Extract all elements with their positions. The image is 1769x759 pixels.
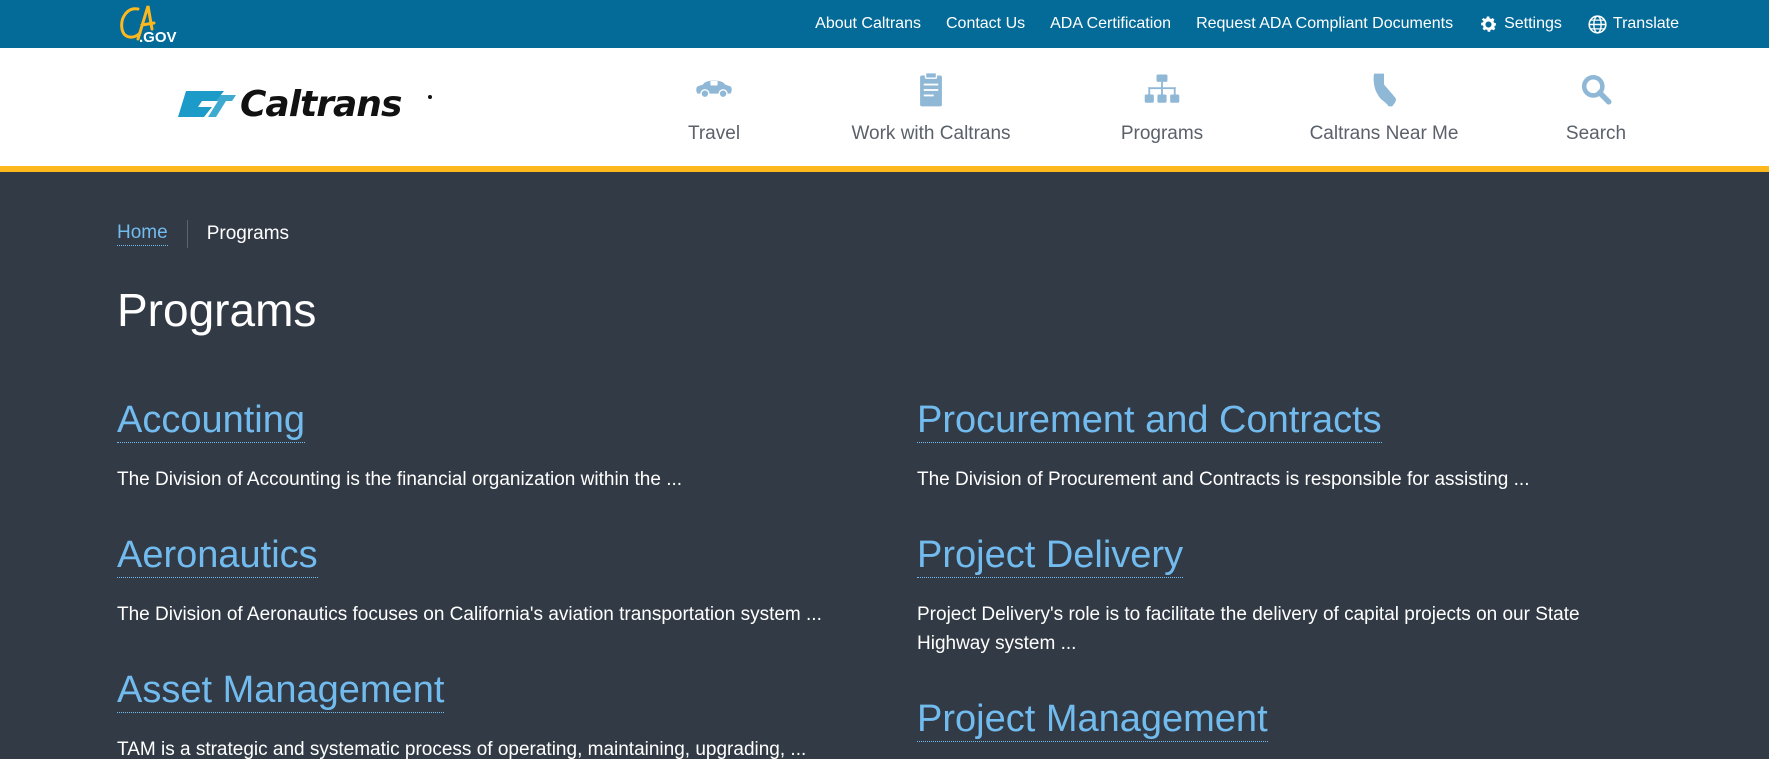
about-caltrans-link[interactable]: About Caltrans: [815, 15, 921, 33]
globe-icon: [1588, 14, 1607, 34]
svg-text:Caltrans: Caltrans: [240, 84, 402, 125]
program-link-project-delivery[interactable]: Project Delivery: [917, 533, 1184, 578]
settings-label: Settings: [1504, 15, 1562, 32]
header-accent-bar: [0, 166, 1769, 172]
contact-us-link[interactable]: Contact Us: [946, 15, 1025, 33]
program-item-procurement-and-contracts: Procurement and Contracts The Division o…: [917, 398, 1637, 494]
program-link-accounting[interactable]: Accounting: [117, 398, 306, 443]
sitemap-icon: [1140, 70, 1184, 110]
translate-button[interactable]: Translate: [1587, 14, 1679, 35]
nav-programs[interactable]: Programs: [1119, 48, 1205, 166]
nav-programs-label: Programs: [1120, 123, 1204, 144]
site-header: Caltrans Travel Work with Caltrans Progr…: [0, 48, 1769, 166]
nav-work-with-caltrans[interactable]: Work with Caltrans: [850, 48, 1012, 166]
nav-search-label: Search: [1565, 123, 1627, 144]
car-icon: [692, 70, 736, 110]
program-item-accounting: Accounting The Division of Accounting is…: [117, 398, 837, 494]
program-description: Project Delivery's role is to facilitate…: [917, 604, 1580, 654]
search-icon: [1574, 70, 1618, 110]
utility-bar: .GOV About Caltrans Contact Us ADA Certi…: [0, 0, 1769, 48]
nav-work-with-caltrans-label: Work with Caltrans: [851, 123, 1011, 144]
nav-caltrans-near-me[interactable]: Caltrans Near Me: [1310, 48, 1458, 166]
request-ada-documents-link[interactable]: Request ADA Compliant Documents: [1196, 15, 1453, 33]
program-description: TAM is a strategic and systematic proces…: [117, 739, 807, 759]
ca-gov-logo[interactable]: .GOV: [118, 3, 178, 45]
caltrans-logo[interactable]: Caltrans: [176, 83, 434, 125]
clipboard-icon: [909, 70, 953, 110]
settings-button[interactable]: Settings: [1478, 14, 1562, 35]
gear-icon: [1481, 16, 1497, 32]
ada-certification-link[interactable]: ADA Certification: [1050, 15, 1171, 33]
translate-label: Translate: [1612, 15, 1679, 32]
breadcrumb-home-link[interactable]: Home: [117, 222, 168, 246]
program-description: The Division of Aeronautics focuses on C…: [117, 604, 822, 625]
utility-links: About Caltrans Contact Us ADA Certificat…: [815, 0, 1679, 48]
program-item-aeronautics: Aeronautics The Division of Aeronautics …: [117, 533, 837, 629]
program-link-aeronautics[interactable]: Aeronautics: [117, 533, 318, 578]
breadcrumb-current: Programs: [206, 223, 290, 244]
california-icon: [1362, 70, 1406, 110]
program-item-asset-management: Asset Management TAM is a strategic and …: [117, 668, 837, 759]
program-item-project-delivery: Project Delivery Project Delivery's role…: [917, 533, 1637, 658]
program-link-procurement-and-contracts[interactable]: Procurement and Contracts: [917, 398, 1382, 443]
svg-text:.GOV: .GOV: [139, 29, 177, 45]
breadcrumb-divider: [186, 220, 188, 248]
page-title: Programs: [117, 284, 317, 336]
nav-travel-label: Travel: [687, 123, 741, 144]
program-item-project-management: Project Management: [917, 697, 1637, 742]
nav-search[interactable]: Search: [1565, 48, 1627, 166]
program-description: The Division of Procurement and Contract…: [917, 469, 1530, 490]
program-description: The Division of Accounting is the financ…: [117, 469, 683, 490]
program-link-asset-management[interactable]: Asset Management: [117, 668, 445, 713]
nav-travel[interactable]: Travel: [684, 48, 744, 166]
program-link-project-management[interactable]: Project Management: [917, 697, 1268, 742]
breadcrumb: Home Programs: [117, 220, 290, 248]
nav-caltrans-near-me-label: Caltrans Near Me: [1309, 123, 1459, 144]
